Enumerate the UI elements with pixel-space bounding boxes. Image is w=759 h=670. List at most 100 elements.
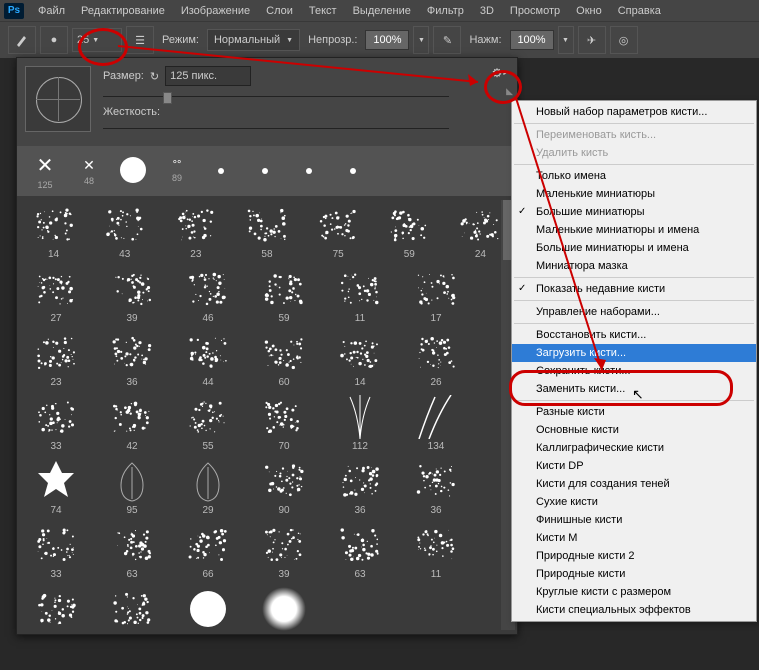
- brush-preset[interactable]: 23: [167, 200, 224, 260]
- menu-help[interactable]: Справка: [610, 5, 669, 17]
- menu-preset-manager[interactable]: Управление наборами...: [512, 303, 756, 321]
- brush-preset[interactable]: 42: [101, 392, 163, 452]
- menu-brush-set[interactable]: Кисти специальных эффектов: [512, 601, 756, 619]
- brush-tool-icon[interactable]: [8, 26, 36, 54]
- menu-text[interactable]: Текст: [301, 5, 345, 17]
- panel-collapse-icon[interactable]: ◣: [506, 86, 513, 97]
- brush-preset[interactable]: 36: [405, 456, 467, 516]
- brush-preset[interactable]: 39: [101, 264, 163, 324]
- brush-preset[interactable]: 32: [101, 584, 163, 634]
- menu-brush-set[interactable]: Круглые кисти с размером: [512, 583, 756, 601]
- brush-preset[interactable]: 36: [101, 328, 163, 388]
- brush-preset[interactable]: 29: [177, 456, 239, 516]
- pressure-size-icon[interactable]: ◎: [610, 26, 638, 54]
- menu-replace-brushes[interactable]: Заменить кисти...: [512, 380, 756, 398]
- brush-preset[interactable]: 63: [329, 520, 391, 580]
- menu-large-thumb[interactable]: ✓Большие миниатюры: [512, 203, 756, 221]
- brush-preset[interactable]: 11: [329, 264, 391, 324]
- recent-brush[interactable]: [289, 148, 329, 194]
- brush-preset[interactable]: 11: [405, 520, 467, 580]
- opacity-dropdown[interactable]: ▼: [413, 26, 429, 54]
- menu-filter[interactable]: Фильтр: [419, 5, 472, 17]
- brush-preset[interactable]: 14: [25, 200, 82, 260]
- menu-small-thumb[interactable]: Маленькие миниатюры: [512, 185, 756, 203]
- brush-preset[interactable]: 58: [238, 200, 295, 260]
- brush-preset[interactable]: 74: [25, 456, 87, 516]
- menu-small-list[interactable]: Маленькие миниатюры и имена: [512, 221, 756, 239]
- brush-size-input[interactable]: 25 ▼: [72, 28, 122, 52]
- menu-image[interactable]: Изображение: [173, 5, 258, 17]
- blend-mode-select[interactable]: Нормальный ▼: [207, 29, 300, 51]
- brush-panel-toggle[interactable]: ☰: [126, 26, 154, 54]
- brush-preset[interactable]: 23: [25, 328, 87, 388]
- brush-preset[interactable]: 17: [405, 264, 467, 324]
- brush-preset[interactable]: 27: [25, 264, 87, 324]
- brush-preset[interactable]: 48: [25, 584, 87, 634]
- recent-brush[interactable]: [245, 148, 285, 194]
- menu-brush-set[interactable]: Кисти M: [512, 529, 756, 547]
- menu-brush-set[interactable]: Кисти для создания теней: [512, 475, 756, 493]
- menu-select[interactable]: Выделение: [345, 5, 419, 17]
- menu-large-list[interactable]: Большие миниатюры и имена: [512, 239, 756, 257]
- size-slider[interactable]: [103, 92, 509, 102]
- brush-preset[interactable]: 59: [253, 264, 315, 324]
- brush-preset[interactable]: 43: [96, 200, 153, 260]
- menu-layers[interactable]: Слои: [258, 5, 301, 17]
- brush-preset[interactable]: 46: [177, 264, 239, 324]
- menu-brush-set[interactable]: Природные кисти: [512, 565, 756, 583]
- menu-load-brushes[interactable]: Загрузить кисти...: [512, 344, 756, 362]
- menu-show-recent[interactable]: ✓Показать недавние кисти: [512, 280, 756, 298]
- brush-tip-preview[interactable]: [25, 66, 91, 132]
- recent-brush[interactable]: ✕125: [25, 148, 65, 194]
- menu-brush-set[interactable]: Финишные кисти: [512, 511, 756, 529]
- brush-preset[interactable]: 95: [101, 456, 163, 516]
- flow-dropdown[interactable]: ▼: [558, 26, 574, 54]
- flow-input[interactable]: 100%: [510, 30, 554, 50]
- menu-file[interactable]: Файл: [30, 5, 73, 17]
- brush-preset[interactable]: 39: [253, 520, 315, 580]
- menu-edit[interactable]: Редактирование: [73, 5, 173, 17]
- brush-preset[interactable]: 55: [177, 392, 239, 452]
- menu-brush-set[interactable]: Каллиграфические кисти: [512, 439, 756, 457]
- recent-brush[interactable]: ✕48: [69, 148, 109, 194]
- brush-preset[interactable]: 14: [329, 328, 391, 388]
- reset-size-icon[interactable]: ↻: [150, 70, 159, 83]
- menu-window[interactable]: Окно: [568, 5, 610, 17]
- gear-icon[interactable]: ⚙▸: [489, 64, 509, 82]
- menu-3d[interactable]: 3D: [472, 5, 502, 17]
- brush-preset[interactable]: 36: [329, 456, 391, 516]
- menu-text-only[interactable]: Только имена: [512, 167, 756, 185]
- brush-preset[interactable]: 100: [253, 584, 315, 634]
- menu-reset-brushes[interactable]: Восстановить кисти...: [512, 326, 756, 344]
- brush-preset[interactable]: 55: [177, 584, 239, 634]
- recent-brush[interactable]: °°89: [157, 148, 197, 194]
- recent-brush[interactable]: [333, 148, 373, 194]
- brush-preset[interactable]: 66: [177, 520, 239, 580]
- brush-preset[interactable]: 26: [405, 328, 467, 388]
- airbrush-icon[interactable]: ✈: [578, 26, 606, 54]
- brush-preset[interactable]: 70: [253, 392, 315, 452]
- brush-preset[interactable]: 33: [25, 520, 87, 580]
- menu-save-brushes[interactable]: Сохранить кисти...: [512, 362, 756, 380]
- opacity-input[interactable]: 100%: [365, 30, 409, 50]
- brush-preset[interactable]: 90: [253, 456, 315, 516]
- brush-preset[interactable]: 75: [310, 200, 367, 260]
- size-field[interactable]: 125 пикс.: [165, 66, 251, 86]
- brush-preset[interactable]: 134: [405, 392, 467, 452]
- brush-preset[interactable]: 60: [253, 328, 315, 388]
- recent-brush[interactable]: [113, 148, 153, 194]
- menu-brush-set[interactable]: Природные кисти 2: [512, 547, 756, 565]
- recent-brush[interactable]: [201, 148, 241, 194]
- menu-brush-set[interactable]: Основные кисти: [512, 421, 756, 439]
- brush-preset[interactable]: 63: [101, 520, 163, 580]
- menu-stroke-thumb[interactable]: Миниатюра мазка: [512, 257, 756, 275]
- menu-brush-set[interactable]: Разные кисти: [512, 403, 756, 421]
- brush-preset[interactable]: 44: [177, 328, 239, 388]
- brush-preset[interactable]: 33: [25, 392, 87, 452]
- brush-preset[interactable]: 59: [381, 200, 438, 260]
- hardness-slider[interactable]: [103, 124, 509, 134]
- brush-preview-icon[interactable]: ●: [40, 26, 68, 54]
- menu-brush-set[interactable]: Сухие кисти: [512, 493, 756, 511]
- menu-brush-set[interactable]: Кисти DP: [512, 457, 756, 475]
- menu-new-preset[interactable]: Новый набор параметров кисти...: [512, 103, 756, 121]
